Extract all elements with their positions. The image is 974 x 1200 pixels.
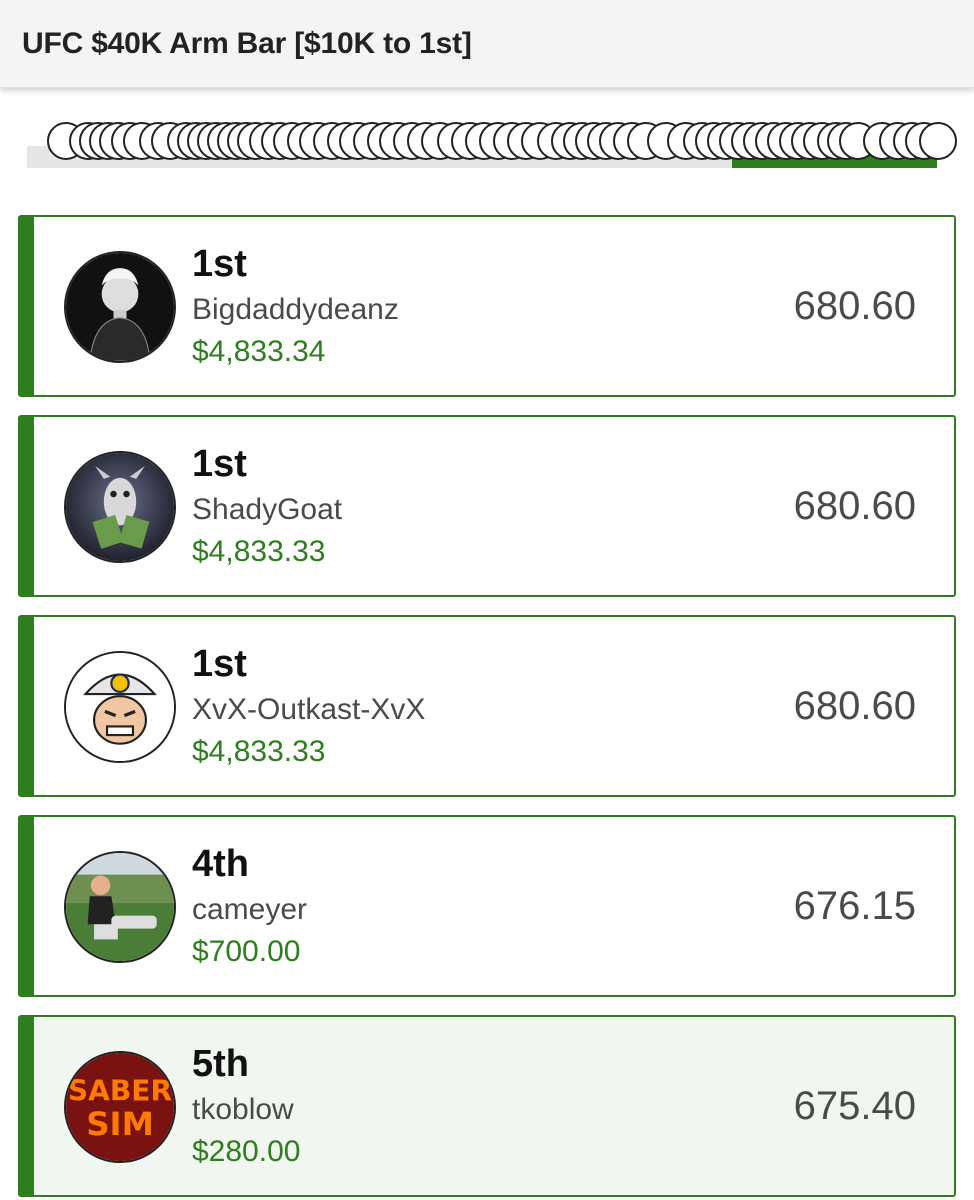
entry-rank: 1st [192,443,247,485]
contest-title: UFC $40K Arm Bar [$10K to 1st] [22,27,472,60]
svg-text:SIM: SIM [86,1105,154,1143]
leaderboard-entry[interactable]: 1st ShadyGoat $4,833.33 680.60 [18,415,956,597]
leaderboard-entry[interactable]: 1st Bigdaddydeanz $4,833.34 680.60 [18,215,956,397]
entry-score: 675.40 [793,1084,916,1128]
entry-username: tkoblow [192,1093,294,1126]
entry-rank: 1st [192,643,247,685]
entry-rank: 4th [192,843,249,885]
entry-score: 676.15 [793,884,916,928]
entry-winnings: $4,833.34 [192,335,326,368]
entry-winnings: $4,833.33 [192,535,326,568]
photo-avatar [64,851,176,963]
app-header: UFC $40K Arm Bar [$10K to 1st] [0,0,974,88]
svg-text:SABER: SABER [68,1075,173,1108]
entry-username: XvX-Outkast-XvX [192,693,426,726]
leaderboard-entry[interactable]: 1st XvX-Outkast-XvX $4,833.33 680.60 [18,615,956,797]
entry-winnings: $700.00 [192,935,301,968]
entry-score: 680.60 [793,684,916,728]
standings-progress-bar [27,114,957,172]
entry-username: cameyer [192,893,308,926]
entry-score: 680.60 [793,284,916,328]
goat-with-money-avatar [64,451,176,563]
entry-winnings: $280.00 [192,1135,301,1168]
leaderboard-entry-current-user[interactable]: SABER SIM 5th tkoblow $280.00 675.40 [18,1015,956,1197]
leaderboard-entry[interactable]: 4th cameyer $700.00 676.15 [18,815,956,997]
sketch-portrait-avatar [64,251,176,363]
dfsarmy-logo-avatar [64,651,176,763]
entry-rank: 5th [192,1043,249,1085]
entry-username: ShadyGoat [192,493,343,526]
entry-rank: 1st [192,243,247,285]
entry-winnings: $4,833.33 [192,735,326,768]
entry-username: Bigdaddydeanz [192,293,399,326]
sabersim-logo-avatar: SABER SIM [64,1051,176,1163]
entrant-avatar-dot [919,122,957,160]
entry-score: 680.60 [793,484,916,528]
